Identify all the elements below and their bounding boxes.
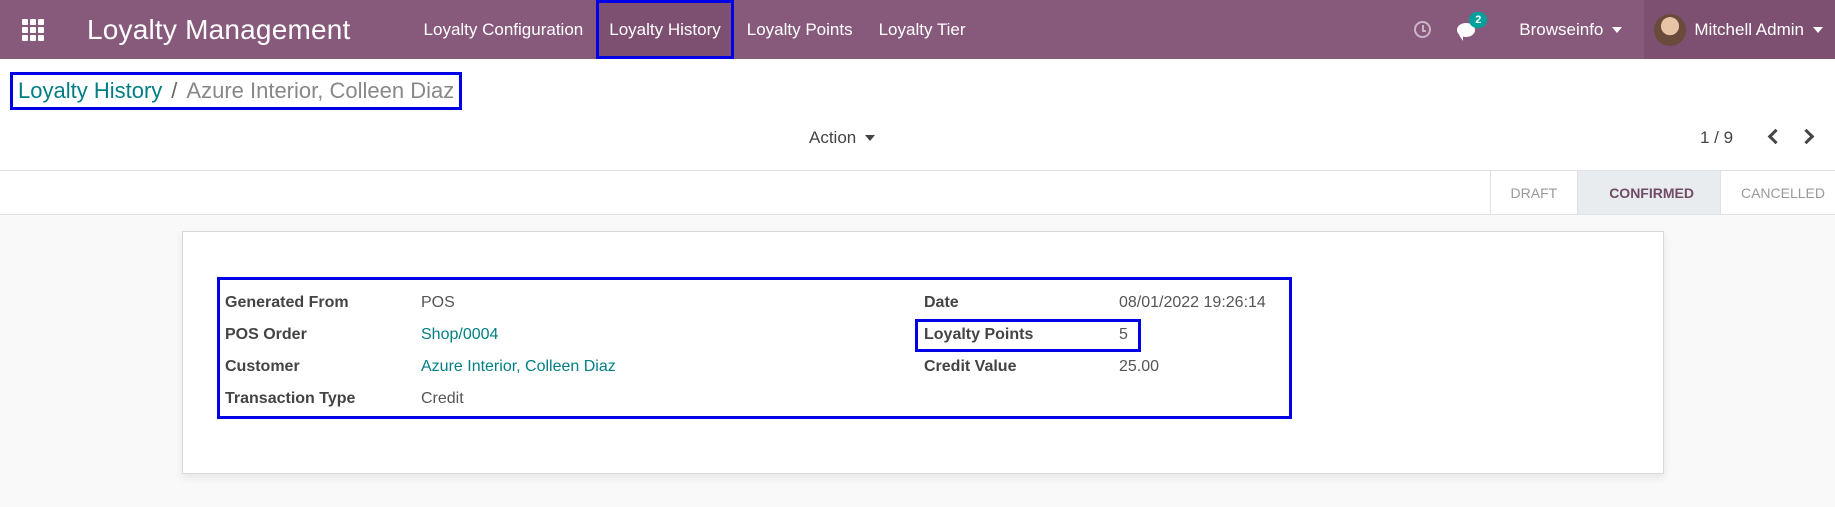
pos-order-link[interactable]: Shop/0004 [421,325,498,345]
generated-from-value: POS [421,294,455,311]
action-dropdown[interactable]: Action [809,128,876,148]
main-menu: Loyalty Configuration Loyalty History Lo… [411,0,979,59]
clock-icon[interactable] [1414,21,1432,38]
menu-loyalty-history[interactable]: Loyalty History [596,0,734,59]
caret-down-icon [1612,26,1623,33]
date-label: Date [924,294,959,311]
loyalty-points-value: 5 [1119,326,1128,343]
chevron-left-icon[interactable] [1766,129,1778,143]
navbar-right: 2 Browseinfo Mitchell Admin [1414,0,1835,59]
stage-cancelled[interactable]: CANCELLED [1719,171,1835,214]
app-title[interactable]: Loyalty Management [87,14,351,46]
credit-value-label: Credit Value [924,358,1017,375]
top-navbar: Loyalty Management Loyalty Configuration… [0,0,1835,59]
user-menu[interactable]: Mitchell Admin [1644,0,1835,59]
action-label: Action [809,128,857,147]
customer-link[interactable]: Azure Interior, Colleen Diaz [421,357,616,377]
date-value: 08/01/2022 19:26:14 [1119,294,1266,311]
user-name: Mitchell Admin [1694,19,1804,39]
transaction-type-label: Transaction Type [225,390,356,407]
breadcrumb-current: Azure Interior, Colleen Diaz [186,78,455,103]
control-panel: Loyalty History / Azure Interior, Collee… [0,59,1835,171]
messaging-button[interactable]: 2 [1457,11,1488,41]
transaction-type-value: Credit [421,390,464,407]
chat-count-badge: 2 [1469,11,1488,28]
form-sheet: Generated From POS POS Order Shop/0004 C… [182,231,1664,474]
credit-value-value: 25.00 [1119,358,1160,375]
status-bar: DRAFT CONFIRMED CANCELLED [0,171,1835,215]
menu-loyalty-points[interactable]: Loyalty Points [734,0,866,59]
breadcrumb: Loyalty History / Azure Interior, Collee… [9,72,463,110]
menu-loyalty-configuration[interactable]: Loyalty Configuration [411,0,597,59]
pager-value[interactable]: 1 / 9 [1700,128,1733,148]
status-stages: DRAFT CONFIRMED CANCELLED [1489,171,1835,214]
stage-confirmed[interactable]: CONFIRMED [1577,171,1720,214]
avatar [1654,13,1687,46]
caret-down-icon [1813,26,1823,33]
caret-down-icon [865,135,876,141]
generated-from-label: Generated From [225,294,349,311]
company-switcher[interactable]: Browseinfo [1519,19,1623,40]
breadcrumb-parent-link[interactable]: Loyalty History [18,78,162,104]
stage-draft[interactable]: DRAFT [1489,171,1578,214]
menu-loyalty-tier[interactable]: Loyalty Tier [866,0,979,59]
company-name: Browseinfo [1519,19,1604,39]
apps-menu-icon[interactable] [0,0,66,59]
chevron-right-icon[interactable] [1801,129,1813,143]
customer-label: Customer [225,358,300,375]
breadcrumb-separator: / [171,78,178,103]
loyalty-points-label: Loyalty Points [924,326,1034,343]
pos-order-label: POS Order [225,326,307,343]
